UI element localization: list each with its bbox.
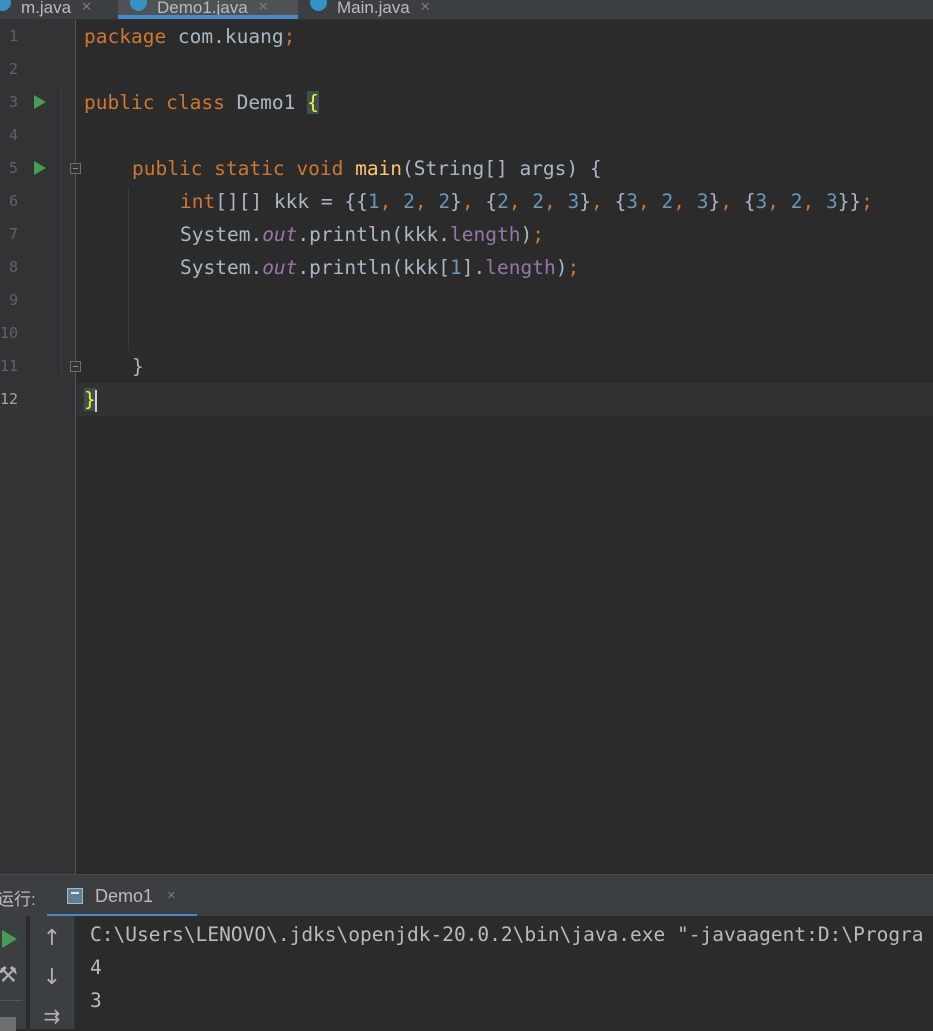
code-line-3: public class Demo1 {	[84, 91, 319, 114]
line-number: 9	[8, 291, 18, 309]
down-arrow-icon[interactable]: ↓	[41, 965, 63, 990]
tab-label: Demo1.java	[157, 0, 248, 17]
run-panel-label: 运行:	[0, 890, 36, 909]
console-line: 3	[90, 989, 102, 1012]
code-line-6: int[][] kkk = {{1, 2, 2}, {2, 2, 3}, {3,…	[180, 190, 873, 213]
application-icon	[67, 888, 83, 904]
java-class-icon	[130, 0, 147, 11]
close-icon[interactable]: ✕	[420, 0, 431, 14]
code-line-8: System.out.println(kkk[1].length);	[180, 256, 580, 279]
line-number: 11	[0, 357, 18, 375]
run-main-icon[interactable]	[34, 161, 46, 175]
line-number: 5	[8, 159, 18, 177]
console-line: C:\Users\LENOVO\.jdks\openjdk-20.0.2\bin…	[90, 923, 924, 946]
brace-scope-guide	[61, 86, 62, 373]
java-class-icon	[0, 0, 11, 11]
line-number: 7	[8, 225, 18, 243]
line-number: 8	[8, 258, 18, 276]
soft-wrap-icon[interactable]: ⇉	[41, 1004, 63, 1028]
run-tab-label: Demo1	[95, 886, 154, 906]
code-line-1: package com.kuang;	[84, 25, 296, 48]
run-class-icon[interactable]	[34, 95, 46, 109]
indent-guide	[128, 187, 129, 350]
rerun-icon[interactable]	[2, 930, 17, 948]
code-editor[interactable]: package com.kuang; public class Demo1 { …	[76, 20, 933, 874]
up-arrow-icon[interactable]: ↑	[41, 926, 63, 951]
current-line-highlight	[76, 383, 933, 416]
line-number: 10	[0, 324, 18, 342]
console-line: 4	[90, 956, 102, 979]
text-caret	[94, 389, 97, 412]
toolbar-divider	[0, 1000, 22, 1001]
tab-label: m.java	[21, 0, 72, 17]
line-number: 1	[8, 27, 18, 45]
java-class-icon	[310, 0, 327, 11]
run-panel-header: 运行: Demo1 ×	[0, 874, 933, 917]
wrench-icon[interactable]: ⚒	[0, 963, 18, 988]
close-icon[interactable]: ✕	[258, 0, 269, 14]
close-icon[interactable]: ×	[167, 887, 176, 904]
code-line-11: }	[132, 355, 144, 378]
line-number: 6	[8, 192, 18, 210]
code-line-7: System.out.println(kkk.length);	[180, 223, 544, 246]
line-number: 4	[8, 126, 18, 144]
editor-tab-bar: m.java ✕ Demo1.java ✕ Main.java ✕	[0, 0, 933, 20]
tab-demo1-java[interactable]: Demo1.java ✕	[118, 0, 298, 19]
tab-main-java[interactable]: Main.java ✕	[298, 0, 458, 19]
close-icon[interactable]: ✕	[81, 0, 92, 14]
run-tab-demo1[interactable]: Demo1 ×	[47, 875, 197, 917]
line-number: 3	[8, 93, 18, 111]
code-line-5: public static void main(String[] args) {	[132, 157, 602, 180]
tab-m-java[interactable]: m.java ✕	[0, 0, 118, 19]
code-line-12: }	[84, 388, 97, 412]
line-number-current: 12	[0, 390, 18, 408]
tab-label: Main.java	[337, 0, 410, 17]
line-number: 2	[8, 60, 18, 78]
